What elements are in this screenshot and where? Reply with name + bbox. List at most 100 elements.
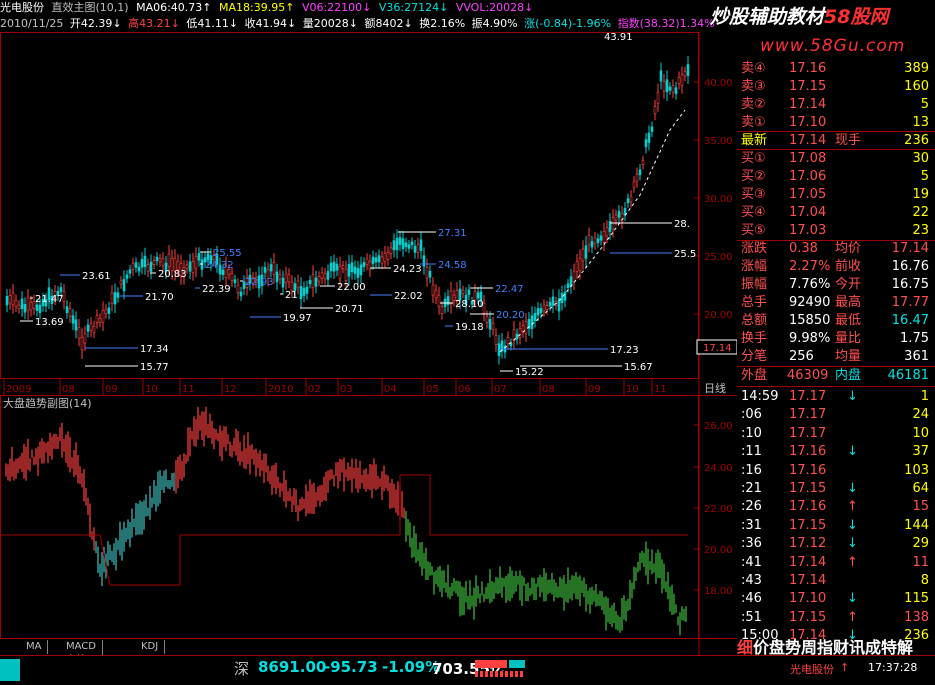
candle-body	[581, 248, 585, 262]
tick-price: 17.14	[789, 554, 827, 570]
tick-row[interactable]: :16 17.16 103	[737, 462, 933, 480]
ask-volume: 5	[920, 97, 929, 112]
candle-body	[26, 297, 30, 311]
tab-ma[interactable]: MA	[20, 640, 49, 654]
index-change: -95.73	[324, 658, 378, 676]
tick-time: :16	[741, 462, 762, 478]
sub-chart-title: 大盘趋势副图(14)	[3, 396, 92, 410]
tick-price: 17.15	[789, 517, 827, 533]
candle-body	[335, 263, 339, 271]
status-up-icon: ↑	[840, 661, 850, 674]
outer-inner-row[interactable]: 外盘 46309 内盘 46181	[737, 367, 933, 385]
trend-polyline	[499, 109, 686, 353]
tick-direction-icon: ↓	[847, 481, 858, 496]
candle-body	[518, 328, 522, 338]
price-tick-label: 40.00	[704, 78, 733, 89]
candle-body	[629, 195, 633, 203]
stat-label: 换手	[741, 331, 768, 346]
time-tick-label: 2010	[268, 384, 293, 395]
price-tick-label: 25.00	[704, 252, 733, 263]
stat-row[interactable]: 分笔 256 均量 361	[737, 348, 933, 366]
tab-kdj[interactable]: KDJ	[135, 640, 166, 654]
tick-row[interactable]: :51 17.15 ↑ 138	[737, 609, 933, 627]
candlestick-chart[interactable]: 40.00 35.00 30.00 25.00 20.00 2009 08 09 10 11 12…	[0, 0, 737, 655]
current-hand-label: 现手	[835, 133, 862, 148]
candle-body	[80, 337, 84, 351]
tick-row[interactable]: :06 17.17 24	[737, 406, 933, 424]
candle-body	[107, 307, 111, 314]
bid-volume: 22	[912, 205, 929, 220]
bid-label: 买①	[741, 151, 766, 166]
candle-body	[356, 268, 360, 278]
latest-row[interactable]: 最新 17.14 现手 236	[737, 132, 933, 150]
tick-row[interactable]: :11 17.16 ↓ 37	[737, 443, 933, 461]
bid-row[interactable]: 买② 17.06 5	[737, 168, 933, 186]
candle-body	[440, 306, 444, 314]
candle-body	[311, 274, 315, 288]
tick-row[interactable]: :26 17.16 ↑ 15	[737, 498, 933, 516]
status-stock[interactable]: 光电股份	[790, 661, 834, 677]
candle-body	[497, 343, 501, 356]
status-time: 17:37:28	[868, 661, 918, 674]
bid-row[interactable]: 买④ 17.04 22	[737, 204, 933, 222]
annotation-label: 22.47	[495, 284, 524, 295]
ask-row[interactable]: 卖④ 17.16 389	[737, 60, 933, 78]
time-tick-label: 10	[145, 384, 158, 395]
candle-body	[686, 64, 690, 76]
candle-body	[647, 132, 651, 143]
tick-row[interactable]: :36 17.12 ↓ 29	[737, 535, 933, 553]
tick-time: :41	[741, 554, 762, 570]
stat-row[interactable]: 总手 92490 最高 17.77	[737, 294, 933, 312]
stat-row[interactable]: 涨跌 0.38 均价 17.14	[737, 240, 933, 258]
candle-body	[116, 292, 120, 298]
candle-body	[239, 291, 243, 297]
candle-body	[380, 256, 384, 264]
bid-row[interactable]: 买⑤ 17.03 23	[737, 222, 933, 240]
bid-row[interactable]: 买① 17.08 30	[737, 150, 933, 168]
tick-row[interactable]: :46 17.10 ↓ 115	[737, 590, 933, 608]
stat-label: 总手	[741, 295, 768, 310]
stat-row[interactable]: 换手 9.98% 量比 1.75	[737, 330, 933, 348]
ask-label: 卖①	[741, 115, 766, 130]
sub-chart	[0, 406, 688, 636]
stat-label: 分笔	[741, 349, 768, 364]
stat-row[interactable]: 振幅 7.76% 今开 16.75	[737, 276, 933, 294]
candle-body	[434, 290, 438, 298]
candle-body	[77, 327, 81, 339]
tick-row[interactable]: :43 17.14 8	[737, 572, 933, 590]
stat-value: 9.98%	[789, 331, 831, 346]
candle-body	[566, 283, 570, 288]
candle-body	[152, 260, 156, 265]
candle-body	[143, 255, 147, 267]
ask-volume: 13	[912, 115, 929, 130]
period-label[interactable]: 日线	[704, 381, 726, 395]
bid-price: 17.05	[789, 187, 827, 202]
stat-row[interactable]: 涨幅 2.27% 前收 16.76	[737, 258, 933, 276]
candle-body	[200, 259, 204, 270]
candle-body	[653, 106, 657, 114]
tick-row[interactable]: :31 17.15 ↓ 144	[737, 517, 933, 535]
ask-row[interactable]: 卖② 17.14 5	[737, 96, 933, 114]
ask-row[interactable]: 卖① 17.10 13	[737, 114, 933, 132]
annotation-label: 15.67	[624, 362, 653, 373]
tick-row[interactable]: :10 17.17 10	[737, 425, 933, 443]
candle-body	[560, 293, 564, 303]
tick-row[interactable]: 14:59 17.17 ↓ 1	[737, 388, 933, 406]
time-tick-label: 04	[384, 384, 397, 395]
ask-label: 卖④	[741, 61, 766, 76]
stat-row[interactable]: 总额 15850 最低 16.47	[737, 312, 933, 330]
bid-row[interactable]: 买③ 17.05 19	[737, 186, 933, 204]
ask-row[interactable]: 卖③ 17.15 160	[737, 78, 933, 96]
bid-volume: 30	[912, 151, 929, 166]
candle-body	[575, 261, 579, 272]
tick-row[interactable]: :21 17.15 ↓ 64	[737, 480, 933, 498]
tick-row[interactable]: :41 17.14 ↑ 11	[737, 554, 933, 572]
candle-body	[578, 258, 582, 271]
annotation-label: 15.22	[515, 367, 544, 378]
candle-body	[278, 274, 282, 280]
tick-price: 17.15	[789, 609, 827, 625]
quote-panel: 卖④ 17.16 389 卖③ 17.15 160 卖② 17.14 5 卖① 17.10 13 最新 1…	[737, 58, 935, 643]
sub-tick-label: 18.00	[704, 586, 733, 597]
candle-body	[272, 262, 276, 275]
annotation-label: 24.23	[393, 264, 422, 275]
